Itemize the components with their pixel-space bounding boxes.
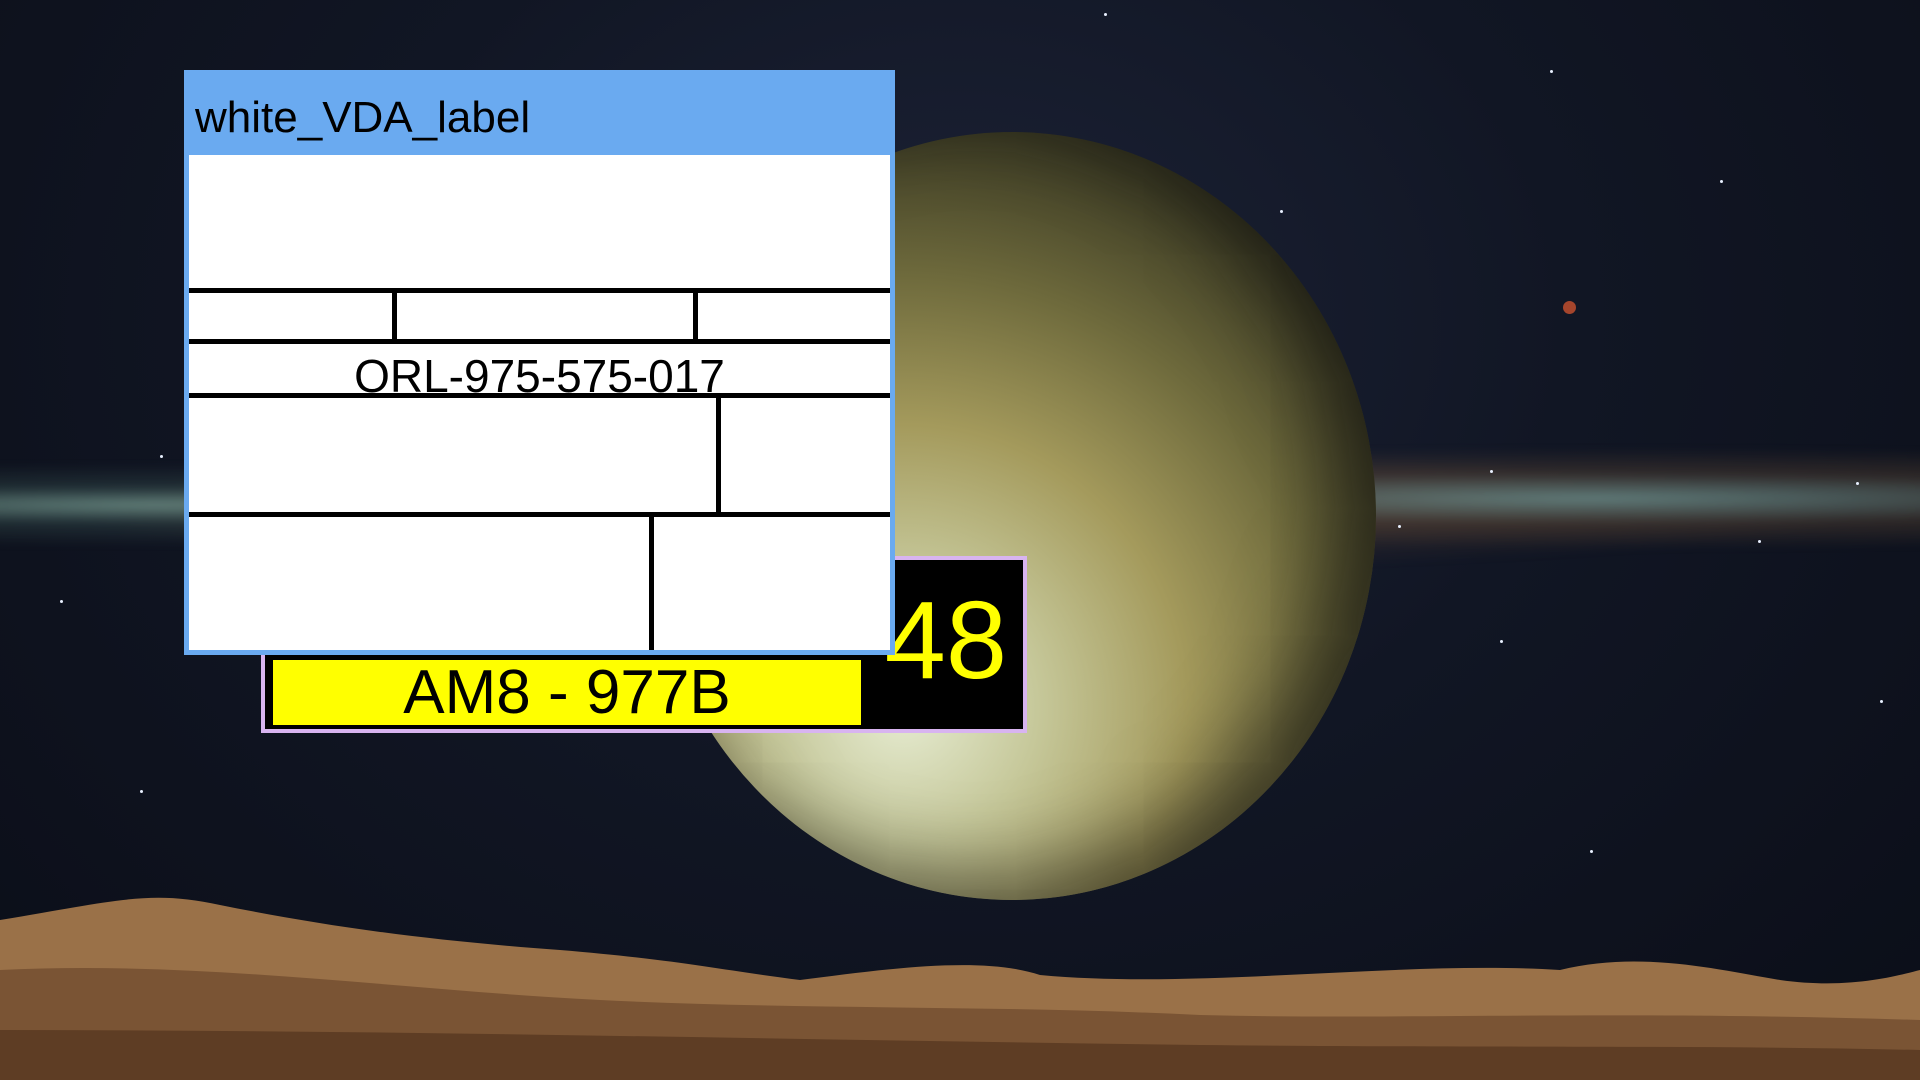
label-grid-line — [189, 288, 890, 293]
star — [1490, 470, 1493, 473]
plate-yellow-field: AM8 - 977B — [273, 660, 861, 725]
star — [1104, 13, 1107, 16]
label-grid-line — [693, 288, 698, 344]
label-grid-line — [189, 393, 890, 398]
star — [1550, 70, 1553, 73]
label-grid-line — [189, 339, 890, 344]
label-grid-line — [392, 288, 397, 344]
window-title: white_VDA_label — [195, 93, 531, 142]
label-grid-line — [189, 512, 890, 517]
star — [1856, 482, 1859, 485]
label-grid-line — [649, 512, 654, 650]
star — [1590, 850, 1593, 853]
star — [1720, 180, 1723, 183]
star — [140, 790, 143, 793]
star — [1880, 700, 1883, 703]
small-moon — [1563, 301, 1576, 314]
star — [1500, 640, 1503, 643]
vda-label-body[interactable]: ORL-975-575-017 — [184, 150, 895, 655]
star — [160, 455, 163, 458]
window-titlebar[interactable]: white_VDA_label — [184, 70, 895, 154]
star — [1398, 525, 1401, 528]
plate-number: 48 — [884, 579, 1007, 702]
vda-label-window[interactable]: white_VDA_label ORL-975-575-017 — [184, 70, 895, 655]
plate-text: AM8 - 977B — [403, 657, 731, 727]
desktop-background: AM8 - 977B 48 white_VDA_label ORL-975-57… — [0, 0, 1920, 1080]
label-grid-line — [716, 393, 721, 517]
star — [1758, 540, 1761, 543]
star — [1280, 210, 1283, 213]
desert-dunes — [0, 897, 1920, 1080]
star — [60, 600, 63, 603]
